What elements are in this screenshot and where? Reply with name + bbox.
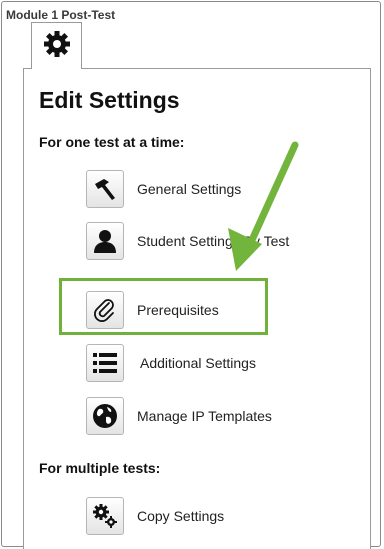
- copy-settings-label: Copy Settings: [137, 508, 225, 524]
- list-icon: [86, 344, 124, 382]
- general-settings-label: General Settings: [137, 181, 242, 197]
- gears-icon: [86, 497, 124, 535]
- copy-settings-button[interactable]: Copy Settings: [86, 496, 224, 536]
- manage-ip-templates-label: Manage IP Templates: [137, 408, 272, 424]
- gear-icon: [42, 29, 72, 64]
- section-heading-multiple: For multiple tests:: [39, 460, 161, 476]
- manage-ip-templates-button[interactable]: Manage IP Templates: [86, 396, 272, 436]
- highlight-box: [59, 278, 268, 335]
- general-settings-button[interactable]: General Settings: [86, 169, 241, 209]
- additional-settings-label: Additional Settings: [140, 355, 256, 371]
- tab-settings[interactable]: [31, 22, 82, 69]
- additional-settings-button[interactable]: Additional Settings: [86, 343, 256, 383]
- hammer-icon: [86, 170, 124, 208]
- page-title: Edit Settings: [39, 87, 180, 113]
- person-icon: [86, 222, 124, 260]
- window-title: Module 1 Post-Test: [6, 8, 116, 22]
- student-settings-button[interactable]: Student Settings By Test: [86, 221, 289, 261]
- student-settings-label: Student Settings By Test: [137, 233, 290, 249]
- globe-icon: [86, 397, 124, 435]
- section-heading-single: For one test at a time:: [39, 134, 185, 150]
